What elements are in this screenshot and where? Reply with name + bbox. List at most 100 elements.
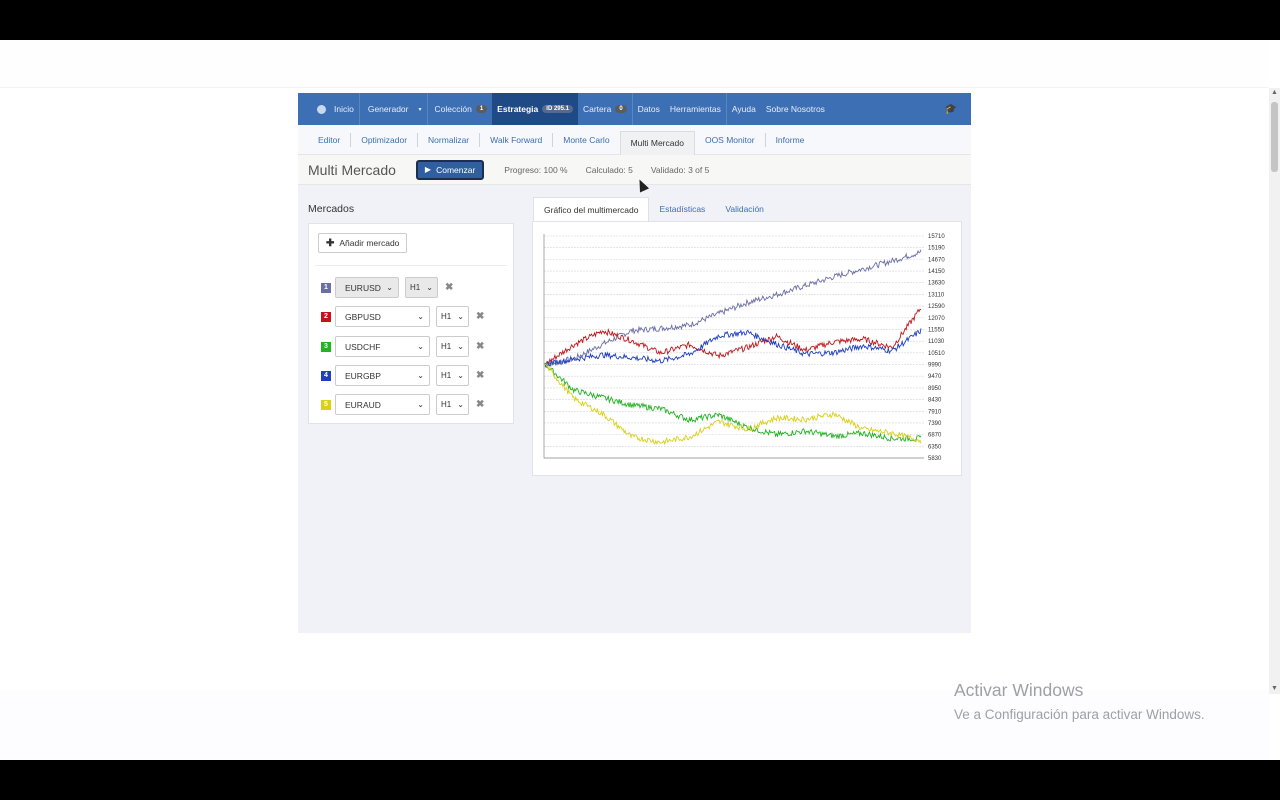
nav-inicio[interactable]: Inicio — [312, 93, 359, 125]
scroll-down-arrow-icon[interactable]: ▼ — [1269, 684, 1280, 694]
y-tick-label: 8430 — [928, 398, 942, 404]
nav-herramientas-label: Herramientas — [669, 104, 721, 114]
panel-divider — [315, 265, 507, 266]
tab-validation[interactable]: Validación — [715, 197, 774, 221]
market-symbol-value: EURUSD — [345, 282, 381, 293]
market-number-badge: 2 — [321, 311, 331, 322]
cartera-count-badge: 0 — [615, 105, 627, 113]
graduation-cap-icon[interactable]: 🎓 — [945, 104, 957, 115]
market-symbol-select[interactable]: EURUSD ⌄ — [335, 277, 399, 298]
nav-datos-label: Datos — [637, 104, 660, 114]
markets-panel: ✚ Añadir mercado 1 EURUSD ⌄ H1 ⌄ ✖ 2 GBPUS… — [308, 223, 514, 424]
nav-coleccion-label: Colección — [434, 104, 472, 114]
market-timeframe-select[interactable]: H1 ⌄ — [436, 336, 469, 357]
chevron-down-icon: ⌄ — [457, 371, 464, 380]
y-tick-label: 9990 — [928, 363, 942, 369]
market-row: 1 EURUSD ⌄ H1 ⌄ ✖ — [321, 277, 453, 298]
nav-generador[interactable]: Generador ▾ — [360, 93, 427, 125]
y-tick-label: 13110 — [928, 292, 945, 298]
chart-panel: 15710 15190 14670 14150 13630 13110 12590 12070… — [532, 221, 962, 476]
chevron-down-icon: ⌄ — [417, 371, 424, 380]
market-symbol-value: GBPUSD — [345, 311, 381, 322]
validated-status: Validado: 3 of 5 — [650, 164, 710, 175]
remove-market-icon[interactable]: ✖ — [476, 341, 484, 352]
chevron-down-icon: ⌄ — [457, 342, 464, 351]
y-tick-label: 7390 — [928, 421, 942, 427]
market-timeframe-select[interactable]: H1 ⌄ — [405, 277, 438, 298]
market-symbol-value: EURGBP — [345, 370, 381, 381]
market-symbol-select[interactable]: EURGBP ⌄ — [335, 365, 430, 386]
estrategia-id-badge: ID 295.1 — [542, 105, 573, 113]
market-row: 2 GBPUSD ⌄ H1 ⌄ ✖ — [321, 306, 484, 327]
nav-sobre-nosotros[interactable]: Sobre Nosotros — [761, 93, 830, 125]
y-tick-label: 6350 — [928, 444, 942, 450]
market-timeframe-select[interactable]: H1 ⌄ — [436, 365, 469, 386]
tab-label: Walk Forward — [490, 134, 543, 145]
browser-viewport: Inicio Generador ▾ Colección 1 Estrategi… — [0, 40, 1280, 760]
tab-label: Informe — [775, 134, 805, 145]
y-tick-label: 15710 — [928, 234, 945, 240]
market-row: 3 USDCHF ⌄ H1 ⌄ ✖ — [321, 336, 484, 357]
app-window: Inicio Generador ▾ Colección 1 Estrategi… — [298, 93, 971, 633]
market-timeframe-value: H1 — [441, 371, 452, 380]
nav-sobre-nosotros-label: Sobre Nosotros — [765, 104, 825, 114]
play-icon: ▶ — [424, 165, 432, 174]
tab-monte-carlo[interactable]: Monte Carlo — [553, 125, 619, 155]
remove-market-icon[interactable]: ✖ — [476, 311, 484, 322]
market-symbol-value: USDCHF — [345, 341, 381, 352]
y-tick-label: 7910 — [928, 409, 942, 415]
scrollbar-thumb[interactable] — [1271, 102, 1278, 172]
coleccion-count-badge: 1 — [475, 105, 488, 113]
plus-icon: ✚ — [326, 237, 335, 249]
chevron-down-icon: ⌄ — [417, 312, 424, 321]
tab-optimizador[interactable]: Optimizador — [351, 125, 417, 155]
page-scrollbar[interactable]: ▲ ▼ — [1269, 88, 1280, 694]
tab-normalizar[interactable]: Normalizar — [418, 125, 479, 155]
nav-estrategia[interactable]: Estrategia ID 295.1 — [492, 93, 578, 125]
tab-walk-forward[interactable]: Walk Forward — [480, 125, 552, 155]
tab-multimarket-chart[interactable]: Gráfico del multimercado — [533, 197, 650, 221]
market-row: 5 EURAUD ⌄ H1 ⌄ ✖ — [321, 394, 484, 415]
nav-ayuda-label: Ayuda — [731, 104, 756, 114]
sub-navigation: Editor Optimizador Normalizar Walk Forwa… — [298, 125, 971, 155]
nav-generador-label: Generador — [367, 104, 409, 114]
start-button[interactable]: ▶ Comenzar — [415, 159, 485, 180]
tab-multi-mercado[interactable]: Multi Mercado — [619, 130, 695, 155]
tab-oos-monitor[interactable]: OOS Monitor — [695, 125, 765, 155]
market-row: 4 EURGBP ⌄ H1 ⌄ ✖ — [321, 365, 484, 386]
scroll-up-arrow-icon[interactable]: ▲ — [1269, 88, 1280, 98]
nav-estrategia-label: Estrategia — [497, 104, 539, 114]
nav-cartera[interactable]: Cartera 0 — [578, 93, 632, 125]
market-symbol-select[interactable]: EURAUD ⌄ — [335, 394, 430, 415]
y-tick-label: 14150 — [928, 269, 945, 275]
nav-datos[interactable]: Datos — [633, 93, 665, 125]
page-title: Multi Mercado — [308, 161, 396, 178]
nav-inicio-label: Inicio — [334, 104, 354, 114]
y-tick-label: 11030 — [928, 339, 945, 345]
home-icon — [317, 104, 326, 114]
market-symbol-select[interactable]: USDCHF ⌄ — [335, 336, 430, 357]
y-tick-label: 12070 — [928, 316, 945, 322]
remove-market-icon[interactable]: ✖ — [445, 282, 453, 293]
market-number-badge: 4 — [321, 370, 331, 381]
tab-editor[interactable]: Editor — [308, 125, 350, 155]
nav-ayuda[interactable]: Ayuda — [727, 93, 761, 125]
multimarket-chart: 15710 15190 14670 14150 13630 13110 12590 12070… — [543, 234, 945, 462]
tab-statistics[interactable]: Estadísticas — [649, 197, 715, 221]
y-tick-label: 6870 — [928, 433, 942, 439]
remove-market-icon[interactable]: ✖ — [476, 370, 484, 381]
market-timeframe-value: H1 — [410, 283, 421, 292]
tab-label: Editor — [318, 134, 341, 145]
remove-market-icon[interactable]: ✖ — [476, 399, 484, 410]
market-symbol-value: EURAUD — [345, 399, 381, 410]
add-market-button[interactable]: ✚ Añadir mercado — [318, 233, 408, 253]
nav-herramientas[interactable]: Herramientas — [665, 93, 726, 125]
tab-label: Monte Carlo — [563, 134, 610, 145]
market-symbol-select[interactable]: GBPUSD ⌄ — [335, 306, 430, 327]
tab-informe[interactable]: Informe — [766, 125, 815, 155]
market-timeframe-select[interactable]: H1 ⌄ — [436, 306, 469, 327]
nav-coleccion[interactable]: Colección 1 — [428, 93, 493, 125]
market-timeframe-select[interactable]: H1 ⌄ — [436, 394, 469, 415]
market-timeframe-value: H1 — [441, 400, 452, 409]
chevron-down-icon: ⌄ — [457, 400, 464, 409]
